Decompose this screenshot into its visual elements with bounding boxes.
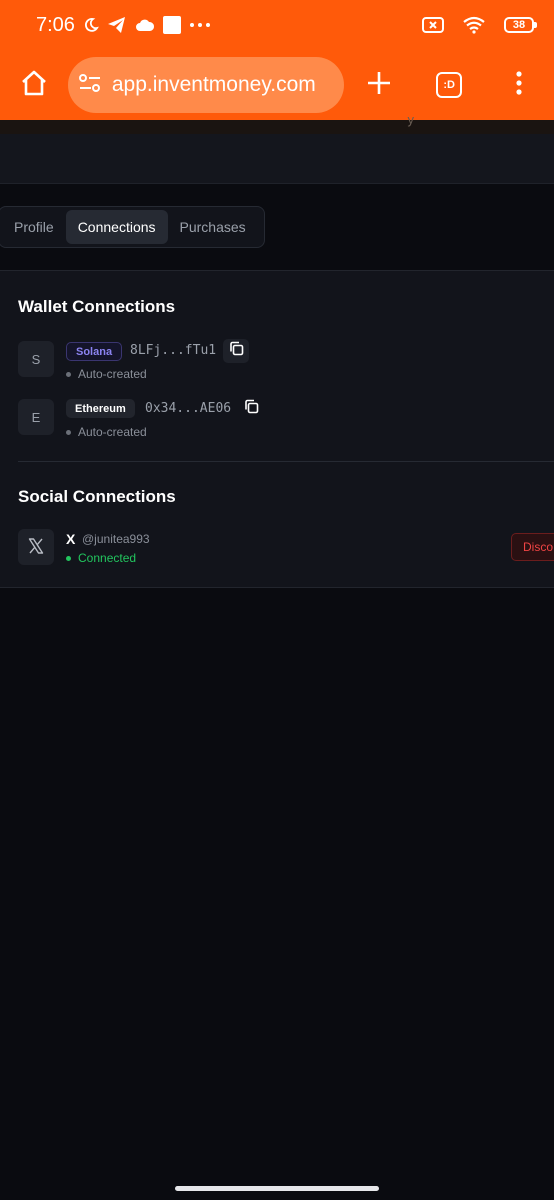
wallet-address-solana: 8LFj...fTu1 [130, 343, 217, 358]
x-logo-icon [28, 537, 44, 557]
tab-connections[interactable]: Connections [65, 210, 168, 244]
social-status-text: Connected [78, 551, 137, 565]
x-logo-avatar [18, 529, 54, 565]
moon-icon [83, 17, 99, 33]
wallet-status-text: Auto-created [78, 367, 147, 381]
tab-profile[interactable]: Profile [2, 210, 66, 244]
telegram-icon [107, 16, 127, 34]
square-icon [162, 16, 181, 34]
copy-icon [229, 341, 244, 361]
battery-level: 38 [512, 19, 526, 31]
wallet-avatar-solana: S [18, 341, 54, 377]
cut-off-banner: y [0, 112, 554, 134]
tab-purchases[interactable]: Purchases [168, 210, 258, 244]
page-header-bar [0, 134, 554, 184]
status-bar: 7:06 38 [0, 0, 554, 50]
vertical-dots-icon [516, 70, 522, 100]
plus-icon [367, 71, 391, 100]
home-icon [20, 69, 48, 102]
section-divider [18, 461, 554, 462]
browser-menu-button[interactable] [484, 50, 554, 120]
wallet-status-ethereum: Auto-created [66, 425, 147, 439]
status-dot [66, 555, 71, 561]
chain-badge-ethereum: Ethereum [66, 399, 135, 418]
home-indicator[interactable] [175, 1186, 379, 1191]
copy-address-button-ethereum[interactable] [238, 397, 264, 421]
url-text: app.inventmoney.com [111, 73, 316, 96]
status-dot [66, 429, 71, 435]
settings-tabs: Profile Connections Purchases [0, 206, 265, 248]
social-handle: @junitea993 [82, 532, 150, 546]
new-tab-button[interactable] [344, 50, 414, 120]
social-status: Connected [66, 551, 136, 565]
cloud-icon [135, 18, 155, 32]
wallet-avatar-ethereum: E [18, 399, 54, 435]
disconnect-button[interactable]: Disco [511, 533, 554, 561]
wallet-status-text: Auto-created [78, 425, 147, 439]
copy-address-button-solana[interactable] [223, 339, 249, 363]
wifi-icon [462, 16, 486, 34]
connections-card: Wallet Connections S Solana 8LFj...fTu1 … [0, 270, 554, 588]
home-button[interactable] [0, 50, 68, 120]
address-bar[interactable]: app.inventmoney.com [67, 57, 345, 113]
tab-switcher-button[interactable]: :D [414, 50, 484, 120]
wallet-status-solana: Auto-created [66, 367, 147, 381]
no-sim-icon [422, 17, 444, 33]
battery-icon: 38 [504, 17, 537, 33]
site-settings-icon[interactable] [78, 72, 102, 99]
status-dot [66, 371, 71, 377]
social-connections-title: Social Connections [18, 487, 176, 506]
social-platform-name: X [66, 531, 76, 547]
wallet-connections-title: Wallet Connections [18, 297, 176, 316]
wallet-address-ethereum: 0x34...AE06 [145, 401, 232, 416]
more-dots-icon [189, 22, 211, 28]
status-time: 7:06 [36, 13, 75, 36]
browser-toolbar: app.inventmoney.com :D [0, 50, 554, 120]
chain-badge-solana: Solana [66, 342, 123, 361]
banner-text: y [407, 112, 415, 127]
copy-icon [244, 399, 259, 419]
tab-count: :D [436, 72, 463, 98]
